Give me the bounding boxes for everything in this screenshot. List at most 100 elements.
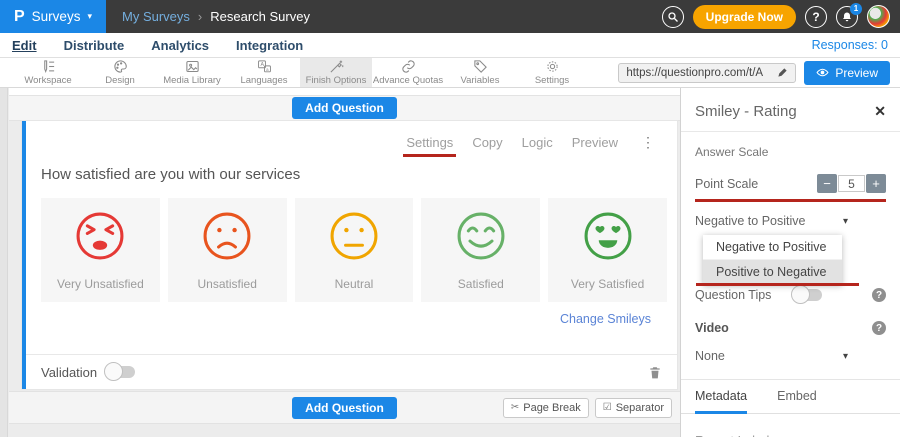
page-break-label: Page Break	[523, 402, 580, 414]
preview-button-label: Preview	[835, 66, 878, 80]
toolbar-item-variables[interactable]: Variables	[444, 58, 516, 87]
toolbar-item-label: Advance Quotas	[373, 75, 443, 86]
page-break-icon: ✂	[511, 402, 519, 413]
change-smileys-link[interactable]: Change Smileys	[26, 312, 651, 326]
question-tab-preview[interactable]: Preview	[572, 135, 618, 150]
product-menu[interactable]: P Surveys ▾	[0, 0, 106, 33]
tab-embed[interactable]: Embed	[777, 380, 817, 414]
chevron-down-icon: ▾	[843, 216, 848, 227]
toolbar-item-settings[interactable]: Settings	[516, 58, 588, 87]
survey-nav: Edit Distribute Analytics Integration Re…	[0, 33, 900, 58]
eye-icon	[816, 66, 829, 79]
toolbar-right: https://questionpro.com/t/A Preview	[618, 58, 900, 87]
add-question-button-bottom[interactable]: Add Question	[292, 397, 397, 419]
video-label: Video	[695, 321, 729, 335]
page-break-button[interactable]: ✂ Page Break	[503, 398, 589, 418]
point-scale-increment-button[interactable]: +	[866, 174, 886, 193]
svg-text:a: a	[266, 67, 269, 72]
divider	[681, 131, 900, 132]
toolbar-item-label: Media Library	[163, 75, 221, 86]
survey-url-field[interactable]: https://questionpro.com/t/A	[618, 63, 796, 83]
pencil-edit-icon[interactable]	[777, 67, 788, 78]
smiley-option-satisfied[interactable]: Satisfied	[421, 198, 540, 302]
insert-controls: ✂ Page Break ☑ Separator	[503, 398, 672, 418]
nav-tab-edit[interactable]: Edit	[12, 38, 37, 53]
delete-question-trash-icon[interactable]	[648, 365, 662, 380]
question-tips-help-icon[interactable]: ?	[872, 288, 886, 302]
close-icon[interactable]: ✕	[874, 103, 886, 120]
smiley-option-label: Unsatisfied	[198, 277, 257, 291]
point-scale-decrement-button[interactable]: −	[817, 174, 837, 193]
question-card: Settings Copy Logic Preview ⋮ How satisf…	[22, 121, 677, 389]
question-card-tabs: Settings Copy Logic Preview ⋮	[26, 121, 677, 151]
point-scale-value[interactable]: 5	[838, 175, 865, 192]
point-scale-label: Point Scale	[695, 177, 758, 191]
nav-tab-distribute[interactable]: Distribute	[64, 38, 125, 53]
svg-text:A: A	[260, 62, 264, 68]
search-icon[interactable]	[662, 6, 684, 28]
canvas-top-strip	[9, 88, 680, 95]
toolbar-item-design[interactable]: Design	[84, 58, 156, 87]
nav-tab-analytics[interactable]: Analytics	[151, 38, 209, 53]
report-label-row	[695, 431, 886, 437]
question-tab-settings[interactable]: Settings	[406, 135, 453, 150]
notification-badge: 1	[850, 3, 862, 15]
video-help-icon[interactable]: ?	[872, 321, 886, 335]
toolbar-item-finish-options[interactable]: Finish Options	[300, 58, 372, 87]
smiley-option-very-unsatisfied[interactable]: Very Unsatisfied	[41, 198, 160, 302]
validation-label: Validation	[41, 365, 97, 380]
question-tab-logic[interactable]: Logic	[522, 135, 553, 150]
responses-count[interactable]: Responses: 0	[812, 38, 888, 52]
satisfied-smiley-icon	[454, 209, 508, 268]
breadcrumb-my-surveys[interactable]: My Surveys	[122, 9, 190, 24]
smiley-option-neutral[interactable]: Neutral	[295, 198, 414, 302]
image-icon	[185, 59, 200, 74]
gear-icon	[545, 59, 560, 74]
user-avatar[interactable]	[867, 5, 890, 28]
toolbar-item-label: Workspace	[24, 75, 71, 86]
upgrade-now-button[interactable]: Upgrade Now	[693, 5, 796, 29]
validation-toggle[interactable]	[106, 366, 135, 378]
more-options-kebab-icon[interactable]: ⋮	[641, 134, 655, 151]
add-question-bar-top: Add Question	[9, 95, 680, 121]
tab-metadata[interactable]: Metadata	[695, 380, 747, 414]
smiley-option-unsatisfied[interactable]: Unsatisfied	[168, 198, 287, 302]
toolbar-item-label: Languages	[240, 75, 287, 86]
neutral-smiley-icon	[327, 209, 381, 268]
question-title[interactable]: How satisfied are you with our services	[41, 166, 677, 183]
toolbar-item-label: Settings	[535, 75, 569, 86]
option-negative-to-positive[interactable]: Negative to Positive	[703, 235, 842, 260]
toolbar-item-advance-quotas[interactable]: Advance Quotas	[372, 58, 444, 87]
preview-button[interactable]: Preview	[804, 61, 890, 85]
question-tab-copy[interactable]: Copy	[472, 135, 502, 150]
toolbar-item-label: Variables	[461, 75, 500, 86]
validation-row: Validation	[26, 354, 677, 389]
product-menu-label: Surveys	[32, 9, 81, 24]
chevron-down-icon: ▾	[87, 11, 92, 22]
annotation-underline-settings	[403, 154, 456, 157]
scale-direction-select[interactable]: Negative to Positive ▾ Negative to Posit…	[695, 214, 886, 228]
video-select-value: None	[695, 349, 725, 363]
survey-canvas: Add Question Settings Copy Logic Preview…	[0, 88, 680, 437]
question-tips-toggle[interactable]	[793, 289, 822, 301]
tag-icon	[473, 59, 488, 74]
report-label-input[interactable]	[695, 431, 871, 437]
toolbar-item-media-library[interactable]: Media Library	[156, 58, 228, 87]
smiley-option-label: Very Unsatisfied	[57, 277, 144, 291]
option-positive-to-negative[interactable]: Positive to Negative	[703, 260, 842, 285]
separator-icon: ☑	[603, 402, 612, 413]
nav-tab-integration[interactable]: Integration	[236, 38, 303, 53]
notifications-bell-icon[interactable]: 1	[836, 6, 858, 28]
separator-button[interactable]: ☑ Separator	[595, 398, 672, 418]
add-question-button-top[interactable]: Add Question	[292, 97, 397, 119]
topbar-actions: Upgrade Now ? 1	[662, 5, 900, 29]
toolbar-item-workspace[interactable]: Workspace	[12, 58, 84, 87]
separator-label: Separator	[616, 402, 664, 414]
point-scale-row: Point Scale − 5 +	[695, 174, 886, 193]
video-row: Video ?	[695, 321, 886, 335]
video-select[interactable]: None ▾	[695, 349, 886, 363]
smiley-option-very-satisfied[interactable]: Very Satisfied	[548, 198, 667, 302]
toolbar-item-languages[interactable]: A a Languages	[228, 58, 300, 87]
magic-wand-icon	[329, 59, 344, 74]
help-icon[interactable]: ?	[805, 6, 827, 28]
